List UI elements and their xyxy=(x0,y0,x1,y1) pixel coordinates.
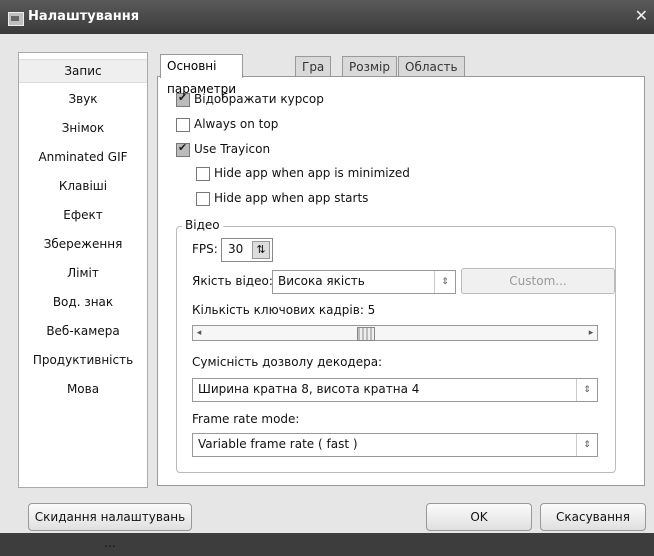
keyframes-label: Кількість ключових кадрів: 5 xyxy=(192,303,376,317)
framerate-label: Frame rate mode: xyxy=(192,412,300,426)
sidebar-item-snapshot[interactable]: Знімок xyxy=(19,117,147,139)
sidebar-item-watermark[interactable]: Вод. знак xyxy=(19,291,147,313)
framerate-value: Variable frame rate ( fast ) xyxy=(198,437,358,451)
slider-right-arrow-icon[interactable]: ▸ xyxy=(585,326,597,340)
decoder-value: Ширина кратна 8, висота кратна 4 xyxy=(198,382,420,396)
chevron-updown-icon: ⇕ xyxy=(434,271,455,293)
sidebar-item-gif[interactable]: Anminated GIF xyxy=(19,146,147,168)
fps-value: 30 xyxy=(228,242,244,256)
keyframes-slider[interactable]: ◂ ▸ xyxy=(192,325,598,341)
sidebar-item-webcam[interactable]: Веб-камера xyxy=(19,320,147,342)
ok-button[interactable]: OK xyxy=(426,503,532,531)
tab-main-settings[interactable]: Основні параметри xyxy=(160,54,244,96)
app-icon xyxy=(8,12,24,26)
settings-window: Налаштування ✕ Запис Звук Знімок Anminat… xyxy=(0,0,654,550)
reset-settings-button[interactable]: Скидання налаштувань ... xyxy=(28,503,192,550)
sidebar-item-record[interactable]: Запис xyxy=(19,59,147,83)
hide-minimized-label: Hide app when app is minimized xyxy=(214,166,410,180)
fps-label: FPS: xyxy=(192,242,218,256)
cancel-button[interactable]: Скасування xyxy=(540,503,646,531)
tab-size[interactable]: Розмір xyxy=(342,56,397,77)
custom-button[interactable]: Custom... xyxy=(461,268,615,294)
tab-record-area[interactable]: Область запису xyxy=(398,56,465,94)
sidebar-item-language[interactable]: Мова xyxy=(19,378,147,400)
title-bar: Налаштування ✕ xyxy=(0,0,654,34)
use-trayicon-label: Use Trayicon xyxy=(194,142,271,156)
sidebar-item-save[interactable]: Збереження xyxy=(19,233,147,255)
hide-starts-checkbox[interactable] xyxy=(196,192,210,206)
slider-left-arrow-icon[interactable]: ◂ xyxy=(193,326,205,340)
hide-starts-label: Hide app when app starts xyxy=(214,191,369,205)
settings-sidebar: Запис Звук Знімок Anminated GIF Клавіші … xyxy=(18,52,148,488)
video-group-title: Відео xyxy=(182,218,223,232)
fps-spinner[interactable]: 30 ⇅ xyxy=(221,238,273,262)
sidebar-item-hotkeys[interactable]: Клавіші xyxy=(19,175,147,197)
tab-game[interactable]: Гра xyxy=(295,56,332,77)
slider-thumb[interactable] xyxy=(357,327,375,341)
video-quality-select[interactable]: Висока якість ⇕ xyxy=(272,270,456,294)
chevron-updown-icon: ⇕ xyxy=(576,379,597,401)
decoder-label: Сумісність дозволу декодера: xyxy=(192,355,383,369)
sidebar-item-limit[interactable]: Ліміт xyxy=(19,262,147,284)
sidebar-item-performance[interactable]: Продуктивність xyxy=(19,349,147,371)
decoder-select[interactable]: Ширина кратна 8, висота кратна 4 ⇕ xyxy=(192,378,598,402)
sidebar-item-effect[interactable]: Ефект xyxy=(19,204,147,226)
close-icon[interactable]: ✕ xyxy=(635,6,648,25)
use-trayicon-checkbox[interactable] xyxy=(176,141,190,157)
spinner-arrows-icon[interactable]: ⇅ xyxy=(252,241,270,259)
always-on-top-checkbox[interactable] xyxy=(176,118,190,132)
always-on-top-label: Always on top xyxy=(194,117,279,131)
hide-minimized-checkbox[interactable] xyxy=(196,167,210,181)
sidebar-item-sound[interactable]: Звук xyxy=(19,88,147,110)
framerate-select[interactable]: Variable frame rate ( fast ) ⇕ xyxy=(192,433,598,457)
chevron-updown-icon: ⇕ xyxy=(576,434,597,456)
video-quality-value: Висока якість xyxy=(278,274,365,288)
video-quality-label: Якість відео: xyxy=(192,274,273,288)
window-title: Налаштування xyxy=(28,9,140,24)
